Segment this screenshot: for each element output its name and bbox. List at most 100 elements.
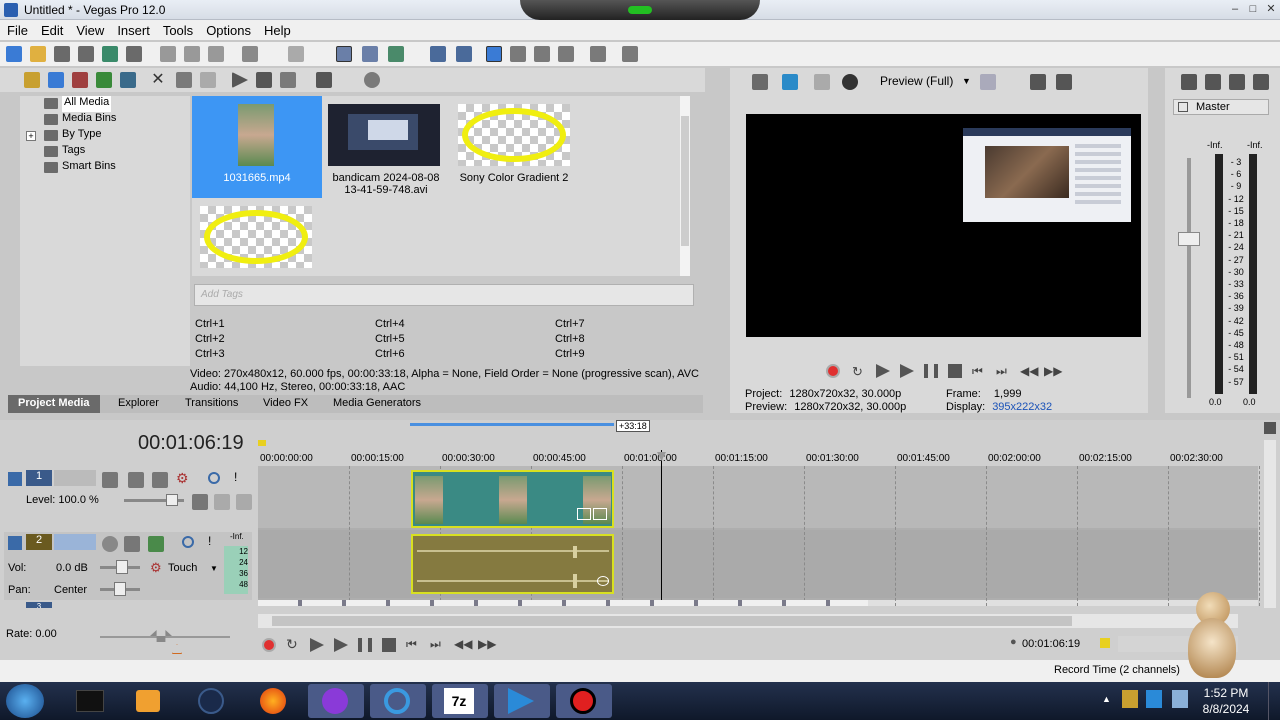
audio-fx-icon[interactable] bbox=[597, 576, 609, 586]
composite-mode-icon[interactable] bbox=[192, 494, 208, 510]
media-item[interactable]: Sony Color Gradient 2 bbox=[454, 96, 584, 196]
save-as-icon[interactable] bbox=[78, 46, 94, 62]
tab-explorer[interactable]: Explorer bbox=[118, 397, 159, 409]
preview-quality-dropdown[interactable]: Preview (Full) bbox=[880, 74, 953, 88]
render-icon[interactable] bbox=[102, 46, 118, 62]
auto-preview-icon[interactable] bbox=[280, 72, 296, 88]
media-fx-icon[interactable] bbox=[200, 72, 216, 88]
add-tags-input[interactable]: Add Tags bbox=[194, 284, 694, 306]
solo-icon[interactable]: ! bbox=[208, 534, 211, 548]
open-icon[interactable] bbox=[30, 46, 46, 62]
menu-insert[interactable]: Insert bbox=[110, 20, 156, 38]
copy-snapshot-icon[interactable] bbox=[1030, 74, 1046, 90]
menu-tools[interactable]: Tools bbox=[156, 20, 199, 38]
prev-frame-icon[interactable]: ◀◀ bbox=[1020, 364, 1038, 378]
audio-track-lane[interactable] bbox=[258, 530, 1258, 598]
horizontal-scrollbar[interactable] bbox=[258, 614, 1238, 628]
tree-item-tags[interactable]: Tags bbox=[44, 144, 85, 160]
taskbar-app-vegas[interactable] bbox=[494, 684, 550, 718]
tab-video-fx[interactable]: Video FX bbox=[263, 397, 308, 409]
ignore-grouping-icon[interactable] bbox=[534, 46, 550, 62]
expand-icon[interactable]: + bbox=[26, 131, 36, 141]
media-item[interactable]: bandicam 2024-08-08 13-41-59-748.avi bbox=[324, 96, 454, 196]
taskbar-app-obs[interactable] bbox=[184, 684, 240, 718]
audio-event[interactable] bbox=[411, 534, 614, 594]
copy-icon[interactable] bbox=[184, 46, 200, 62]
track-name-field[interactable] bbox=[54, 470, 96, 486]
menu-help[interactable]: Help bbox=[257, 20, 297, 38]
master-fader-track[interactable] bbox=[1187, 158, 1191, 398]
volume-icon[interactable] bbox=[1172, 690, 1188, 708]
next-frame-icon[interactable]: ▶▶ bbox=[1044, 364, 1062, 378]
audio-track-header[interactable]: 2 ! -Inf. 12 24 36 48 Vol: 0.0 dB ⚙ Touch ▼… bbox=[4, 532, 252, 600]
track-name-field[interactable] bbox=[54, 534, 96, 550]
clock[interactable]: 1:52 PM 8/8/2024 bbox=[1196, 685, 1256, 717]
tree-item-media-bins[interactable]: Media Bins bbox=[44, 112, 116, 128]
split-screen-icon[interactable] bbox=[814, 74, 830, 90]
preview-properties-icon[interactable] bbox=[752, 74, 768, 90]
media-scrollbar[interactable] bbox=[680, 96, 690, 276]
child-icon[interactable] bbox=[236, 494, 252, 510]
next-frame-icon[interactable]: ▶▶ bbox=[478, 637, 496, 651]
dim-output-icon[interactable] bbox=[1229, 74, 1245, 90]
save-icon[interactable] bbox=[54, 46, 70, 62]
video-track-header[interactable]: 1 ⚙ ! Level: 100.0 % bbox=[4, 468, 252, 530]
cut-icon[interactable] bbox=[160, 46, 176, 62]
undo-icon[interactable] bbox=[242, 46, 258, 62]
loop-region[interactable] bbox=[410, 423, 614, 426]
taskbar-app-bandicam[interactable] bbox=[308, 684, 364, 718]
pan-slider-thumb[interactable] bbox=[114, 582, 126, 596]
master-properties-icon[interactable] bbox=[1181, 74, 1197, 90]
loop-icon[interactable]: ↻ bbox=[286, 636, 298, 653]
selection-tool-icon[interactable] bbox=[388, 46, 404, 62]
volume-slider-thumb[interactable] bbox=[116, 560, 128, 574]
new-icon[interactable] bbox=[6, 46, 22, 62]
prev-frame-icon[interactable]: ◀◀ bbox=[454, 637, 472, 651]
playback-cursor[interactable] bbox=[661, 450, 662, 606]
external-monitor-icon[interactable] bbox=[782, 74, 798, 90]
views-icon[interactable] bbox=[316, 72, 332, 88]
go-to-start-icon[interactable]: ⏮ bbox=[972, 364, 983, 379]
taskbar-app-terminal[interactable] bbox=[62, 684, 118, 718]
minimize-button[interactable]: – bbox=[1226, 2, 1244, 17]
level-slider-thumb[interactable] bbox=[166, 494, 178, 506]
envelope-tool-icon[interactable] bbox=[362, 46, 378, 62]
go-to-start-icon[interactable]: ⏮ bbox=[406, 637, 417, 652]
zoom-tool-icon[interactable] bbox=[558, 46, 574, 62]
auto-crossfade-icon[interactable] bbox=[456, 46, 472, 62]
tab-media-generators[interactable]: Media Generators bbox=[333, 397, 421, 409]
tree-item-smart-bins[interactable]: Smart Bins bbox=[44, 160, 116, 176]
time-ruler[interactable]: 00:00:00:00 00:00:15:00 00:00:30:00 00:00:4… bbox=[258, 450, 1258, 466]
taskbar-app-ie[interactable] bbox=[370, 684, 426, 718]
show-desktop-button[interactable] bbox=[1268, 682, 1280, 720]
marker-icon[interactable] bbox=[258, 440, 266, 446]
track-motion-icon[interactable] bbox=[128, 472, 144, 488]
mixer-icon[interactable] bbox=[1253, 74, 1269, 90]
remove-icon[interactable]: ✕ bbox=[150, 72, 166, 88]
mute-icon[interactable] bbox=[182, 536, 194, 548]
automation-mode-dropdown[interactable]: Touch bbox=[168, 562, 197, 574]
tab-transitions[interactable]: Transitions bbox=[185, 397, 238, 409]
snapping-icon[interactable] bbox=[430, 46, 446, 62]
scroll-thumb[interactable] bbox=[272, 616, 1072, 626]
search-media-icon[interactable] bbox=[120, 72, 136, 88]
start-button[interactable] bbox=[6, 684, 44, 718]
menu-edit[interactable]: Edit bbox=[34, 20, 69, 38]
go-to-end-icon[interactable]: ⏭ bbox=[996, 364, 1007, 379]
video-track-lane[interactable] bbox=[258, 466, 1258, 528]
vertical-scrollbar[interactable] bbox=[1264, 440, 1276, 608]
track-fx-icon[interactable] bbox=[152, 472, 168, 488]
stop-icon[interactable] bbox=[382, 638, 396, 652]
go-to-end-icon[interactable]: ⏭ bbox=[430, 637, 441, 652]
tree-item-by-type[interactable]: By Type bbox=[44, 128, 102, 144]
event-fx-icon[interactable] bbox=[593, 508, 607, 520]
properties-icon[interactable] bbox=[126, 46, 142, 62]
taskbar-app-media-player[interactable] bbox=[122, 684, 178, 718]
master-fader[interactable] bbox=[1178, 232, 1200, 246]
search-icon[interactable] bbox=[364, 72, 380, 88]
parent-icon[interactable] bbox=[214, 494, 230, 510]
invert-phase-icon[interactable] bbox=[124, 536, 140, 552]
event-pan-crop-icon[interactable] bbox=[590, 46, 606, 62]
stop-icon[interactable] bbox=[256, 72, 272, 88]
save-snapshot-icon[interactable] bbox=[1056, 74, 1072, 90]
